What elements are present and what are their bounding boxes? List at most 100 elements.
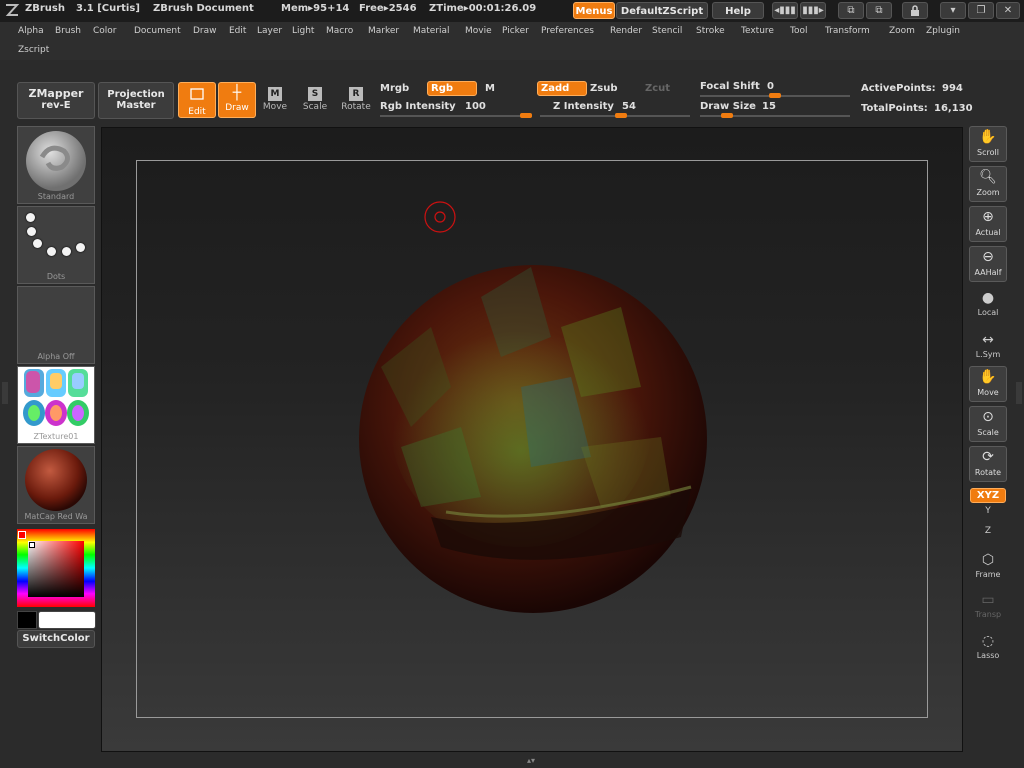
- rgb-intensity-knob[interactable]: [520, 113, 532, 118]
- zoom-button[interactable]: 🔍︎ Zoom: [969, 166, 1007, 202]
- lasso-button[interactable]: ◌ Lasso: [969, 631, 1007, 660]
- z-intensity-knob[interactable]: [615, 113, 627, 118]
- default-zscript-button[interactable]: DefaultZScript: [616, 2, 708, 19]
- scale-label: Scale: [302, 102, 328, 112]
- menu-brush[interactable]: Brush: [55, 26, 81, 36]
- menu-layer[interactable]: Layer: [257, 26, 282, 36]
- actual-button[interactable]: ⊕ Actual: [969, 206, 1007, 242]
- edit-mode-button[interactable]: Edit: [178, 82, 216, 118]
- move-view-button[interactable]: ✋ Move: [969, 366, 1007, 402]
- rotate-view-button[interactable]: ⟳ Rotate: [969, 446, 1007, 482]
- z-rotate-toggle[interactable]: Z: [969, 526, 1007, 536]
- menu-zscript[interactable]: Zscript: [18, 45, 49, 55]
- y-rotate-label: Y: [985, 506, 991, 516]
- transp-button[interactable]: ▭ Transp: [969, 590, 1007, 619]
- aahalf-label: AAHalf: [974, 268, 1002, 277]
- move-mode-button[interactable]: M Move: [256, 82, 294, 118]
- menu-tool[interactable]: Tool: [790, 26, 807, 36]
- scroll-right-icon[interactable]: ▮▮▮▸: [800, 2, 826, 19]
- scroll-left-icon[interactable]: ◂▮▮▮: [772, 2, 798, 19]
- matcap-sphere-icon: [25, 449, 87, 511]
- stroke-dot: [62, 247, 71, 256]
- menu-alpha[interactable]: Alpha: [18, 26, 44, 36]
- lock-icon[interactable]: [902, 2, 928, 19]
- menu-color[interactable]: Color: [93, 26, 117, 36]
- zsub-button[interactable]: Zsub: [590, 83, 617, 94]
- hand-icon: ✋: [979, 129, 997, 145]
- switch-color-button[interactable]: SwitchColor: [17, 630, 95, 648]
- bottom-tray-handle[interactable]: ▴▾: [519, 757, 543, 765]
- frame-button[interactable]: ⬡ Frame: [969, 550, 1007, 579]
- m-button[interactable]: M: [485, 83, 495, 94]
- menus-button[interactable]: Menus: [573, 2, 615, 19]
- ztime-readout: ZTime▸00:01:26.09: [429, 3, 537, 14]
- close-icon[interactable]: ✕: [996, 2, 1020, 19]
- stroke-dot: [47, 247, 56, 256]
- rotate-mode-button[interactable]: R Rotate: [337, 82, 375, 118]
- menu-zoom[interactable]: Zoom: [889, 26, 915, 36]
- lsym-button[interactable]: ↔ L.Sym: [969, 330, 1007, 359]
- z-rotate-label: Z: [984, 526, 992, 536]
- active-points-value: 994: [942, 83, 963, 94]
- foreground-color-swatch[interactable]: [17, 611, 37, 629]
- menu-transform[interactable]: Transform: [825, 26, 870, 36]
- projection-master-button[interactable]: Projection Master: [98, 82, 174, 119]
- zbrush-logo-icon: [4, 2, 20, 18]
- y-rotate-toggle[interactable]: Y: [969, 506, 1007, 516]
- layout-2-icon[interactable]: ⧉: [866, 2, 892, 19]
- menu-edit[interactable]: Edit: [229, 26, 246, 36]
- menu-stencil[interactable]: Stencil: [652, 26, 682, 36]
- focal-shift-knob[interactable]: [769, 93, 781, 98]
- right-tray-handle[interactable]: [1016, 382, 1022, 404]
- menu-texture[interactable]: Texture: [741, 26, 774, 36]
- zmapper-button[interactable]: ZMapper rev-E: [17, 82, 95, 119]
- menu-stroke[interactable]: Stroke: [696, 26, 725, 36]
- menu-render[interactable]: Render: [610, 26, 642, 36]
- draw-icon: ┼: [232, 85, 242, 101]
- mrgb-button[interactable]: Mrgb: [380, 83, 409, 94]
- z-intensity-label: Z Intensity: [553, 101, 614, 112]
- cube-icon: ⬡: [981, 552, 995, 568]
- lasso-icon: ◌: [981, 633, 995, 649]
- local-button[interactable]: ● Local: [969, 288, 1007, 317]
- move-hand-icon: ✋: [979, 369, 997, 385]
- rgb-button[interactable]: Rgb: [427, 81, 477, 96]
- menu-draw[interactable]: Draw: [193, 26, 217, 36]
- scale-view-button[interactable]: ⊙ Scale: [969, 406, 1007, 442]
- menu-preferences[interactable]: Preferences: [541, 26, 594, 36]
- menu-marker[interactable]: Marker: [368, 26, 399, 36]
- draw-size-knob[interactable]: [721, 113, 733, 118]
- aahalf-button[interactable]: ⊖ AAHalf: [969, 246, 1007, 282]
- menu-document[interactable]: Document: [134, 26, 181, 36]
- color-picker[interactable]: [17, 529, 95, 607]
- xyz-rotate-toggle[interactable]: XYZ: [970, 488, 1006, 503]
- draw-mode-button[interactable]: ┼ Draw: [218, 82, 256, 118]
- menu-picker[interactable]: Picker: [502, 26, 529, 36]
- background-color-swatch[interactable]: [38, 611, 96, 629]
- menu-light[interactable]: Light: [292, 26, 314, 36]
- minimize-icon[interactable]: ▾: [940, 2, 966, 19]
- scale-mode-button[interactable]: S Scale: [296, 82, 334, 118]
- sculpt-viewport[interactable]: [101, 127, 963, 752]
- restore-icon[interactable]: ❐: [968, 2, 994, 19]
- zmapper-version: rev-E: [41, 100, 71, 111]
- move-icon: M: [256, 82, 294, 102]
- rotate-arrows-icon: ⟳: [982, 449, 994, 465]
- hue-marker[interactable]: [18, 531, 26, 539]
- left-tray-handle[interactable]: [2, 382, 8, 404]
- menu-material[interactable]: Material: [413, 26, 450, 36]
- app-name: ZBrush: [25, 3, 65, 14]
- menu-movie[interactable]: Movie: [465, 26, 492, 36]
- sphere-mesh[interactable]: [359, 265, 707, 613]
- menu-macro[interactable]: Macro: [326, 26, 353, 36]
- scroll-button[interactable]: ✋ Scroll: [969, 126, 1007, 162]
- saturation-square[interactable]: [28, 541, 84, 597]
- memory-readout: Mem▸95+14: [281, 3, 350, 14]
- color-marker[interactable]: [29, 542, 35, 548]
- layout-1-icon[interactable]: ⧉: [838, 2, 864, 19]
- zadd-button[interactable]: Zadd: [537, 81, 587, 96]
- move-view-label: Move: [977, 388, 999, 397]
- menu-zplugin[interactable]: Zplugin: [926, 26, 960, 36]
- help-button[interactable]: Help: [712, 2, 764, 19]
- zcut-button[interactable]: Zcut: [645, 83, 670, 94]
